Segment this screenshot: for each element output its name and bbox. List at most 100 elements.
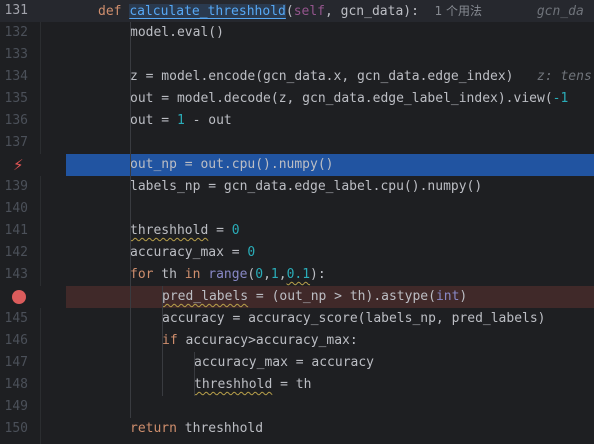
number-literal: -1	[552, 91, 569, 106]
indent-guide	[162, 286, 163, 396]
gutter[interactable]: 133	[0, 44, 66, 66]
gutter[interactable]: 149	[0, 396, 66, 418]
code-line-148[interactable]: 148 threshhold = th	[0, 374, 594, 396]
code-line-138[interactable]: 138 ⚡︎ out_np = out.cpu().numpy()	[0, 154, 594, 176]
code-token: accuracy = accuracy_score(labels_np, pre…	[162, 311, 546, 326]
code-text[interactable]: for th in range(0,1,0.1):	[130, 264, 326, 286]
gutter[interactable]: 134	[0, 66, 66, 88]
code-line-132[interactable]: 132 model.eval()	[0, 22, 594, 44]
code-token: z = model.encode(gcn_data.x, gcn_data.ed…	[130, 69, 514, 84]
code-token: threshhold	[194, 377, 273, 392]
code-line-144[interactable]: 144 pred_labels = (out_np > th).astype(i…	[0, 286, 594, 308]
code-text[interactable]: accuracy = accuracy_score(labels_np, pre…	[162, 308, 546, 330]
number-literal: 1	[176, 113, 185, 128]
gutter[interactable]: 145	[0, 308, 66, 330]
code-line-133[interactable]: 133	[0, 44, 594, 66]
code-editor[interactable]: 131 def calculate_threshhold(self, gcn_d…	[0, 0, 594, 444]
code-text[interactable]: def calculate_threshhold(self, gcn_data)…	[98, 0, 584, 22]
gutter[interactable]: 141	[0, 220, 66, 242]
code-text[interactable]: threshhold = th	[194, 374, 311, 396]
gutter[interactable]: 150	[0, 418, 66, 440]
function-name[interactable]: calculate_threshhold	[129, 4, 286, 19]
line-number: 134	[4, 69, 28, 84]
keyword-def: def	[98, 4, 122, 19]
line-number: 132	[4, 25, 28, 40]
line-number: 135	[4, 91, 28, 106]
number-literal: 0	[247, 245, 256, 260]
code-line-142[interactable]: 142 accuracy_max = 0	[0, 242, 594, 264]
execution-point-icon[interactable]: ⚡︎	[13, 155, 24, 175]
line-number: 136	[4, 113, 28, 128]
code-token: pred_labels	[162, 289, 249, 304]
code-token: out = model.decode(z, gcn_data.edge_labe…	[130, 91, 553, 106]
code-token: out =	[130, 113, 177, 128]
keyword-if: if	[162, 333, 178, 348]
code-text[interactable]: accuracy_max = 0	[130, 242, 255, 264]
line-number: 133	[4, 47, 28, 62]
parameter-hint: gcn_da	[536, 4, 584, 19]
code-token: threshhold	[176, 421, 264, 436]
gutter[interactable]: 131	[0, 0, 66, 22]
code-line-139[interactable]: 139 labels_np = gcn_data.edge_label.cpu(…	[0, 176, 594, 198]
code-token: ):	[310, 267, 326, 282]
number-literal: 0.1	[286, 267, 311, 282]
line-number: 149	[4, 399, 28, 414]
code-text[interactable]: model.eval()	[130, 22, 224, 44]
gutter[interactable]: 140	[0, 198, 66, 220]
code-line-131[interactable]: 131 def calculate_threshhold(self, gcn_d…	[0, 0, 594, 22]
code-token: th	[153, 267, 185, 282]
line-number: 143	[4, 267, 28, 282]
code-line-150[interactable]: 150 return threshhold	[0, 418, 594, 440]
line-number: 146	[4, 333, 28, 348]
code-line-140[interactable]: 140	[0, 198, 594, 220]
code-line-146[interactable]: 146 if accuracy>accuracy_max:	[0, 330, 594, 352]
gutter[interactable]: 136	[0, 110, 66, 132]
code-text[interactable]: out_np = out.cpu().numpy()	[130, 154, 334, 176]
code-token: accuracy>accuracy_max:	[177, 333, 358, 348]
code-text[interactable]: return threshhold	[130, 418, 263, 440]
keyword-in: in	[184, 267, 201, 282]
line-number: 142	[4, 245, 28, 260]
code-text[interactable]: if accuracy>accuracy_max:	[162, 330, 358, 352]
code-line-137[interactable]: 137	[0, 132, 594, 154]
code-token: =	[223, 245, 248, 260]
code-token: = th	[272, 377, 312, 392]
builtin-range: range	[208, 267, 248, 282]
code-text[interactable]: labels_np = gcn_data.edge_label.cpu().nu…	[130, 176, 482, 198]
code-text[interactable]: out = model.decode(z, gcn_data.edge_labe…	[130, 88, 568, 110]
line-number: 148	[4, 377, 28, 392]
gutter[interactable]: 143	[0, 264, 66, 286]
gutter[interactable]: 139	[0, 176, 66, 198]
code-line-145[interactable]: 145 accuracy = accuracy_score(labels_np,…	[0, 308, 594, 330]
gutter[interactable]: 135	[0, 88, 66, 110]
line-number: 131	[4, 3, 28, 18]
gutter[interactable]: 148	[0, 374, 66, 396]
line-number: 147	[4, 355, 28, 370]
code-text[interactable]: threshhold = 0	[130, 220, 240, 242]
gutter[interactable]: 138 ⚡︎	[0, 154, 66, 176]
gutter[interactable]: 144	[0, 286, 66, 308]
code-text[interactable]: z = model.encode(gcn_data.x, gcn_data.ed…	[130, 66, 592, 88]
code-text[interactable]: out = 1 - out	[130, 110, 232, 132]
code-line-147[interactable]: 147 accuracy_max = accuracy	[0, 352, 594, 374]
line-number: 139	[4, 179, 28, 194]
gutter[interactable]: 132	[0, 22, 66, 44]
code-line-149[interactable]: 149	[0, 396, 594, 418]
number-literal: 1	[270, 267, 279, 282]
gutter[interactable]: 137	[0, 132, 66, 154]
code-token: accuracy_max	[130, 245, 224, 260]
gutter[interactable]: 147	[0, 352, 66, 374]
code-text[interactable]: pred_labels = (out_np > th).astype(int)	[162, 286, 467, 308]
breakpoint-icon[interactable]	[12, 290, 26, 304]
gutter[interactable]: 142	[0, 242, 66, 264]
gutter[interactable]: 146	[0, 330, 66, 352]
code-line-136[interactable]: 136 out = 1 - out	[0, 110, 594, 132]
code-token: ,	[263, 267, 271, 282]
code-text[interactable]: accuracy_max = accuracy	[194, 352, 374, 374]
code-line-141[interactable]: 141 threshhold = 0	[0, 220, 594, 242]
keyword-for: for	[130, 267, 154, 282]
usage-hint[interactable]: 1 个用法	[435, 4, 482, 18]
code-line-143[interactable]: 143 for th in range(0,1,0.1):	[0, 264, 594, 286]
code-line-135[interactable]: 135 out = model.decode(z, gcn_data.edge_…	[0, 88, 594, 110]
code-line-134[interactable]: 134 z = model.encode(gcn_data.x, gcn_dat…	[0, 66, 594, 88]
